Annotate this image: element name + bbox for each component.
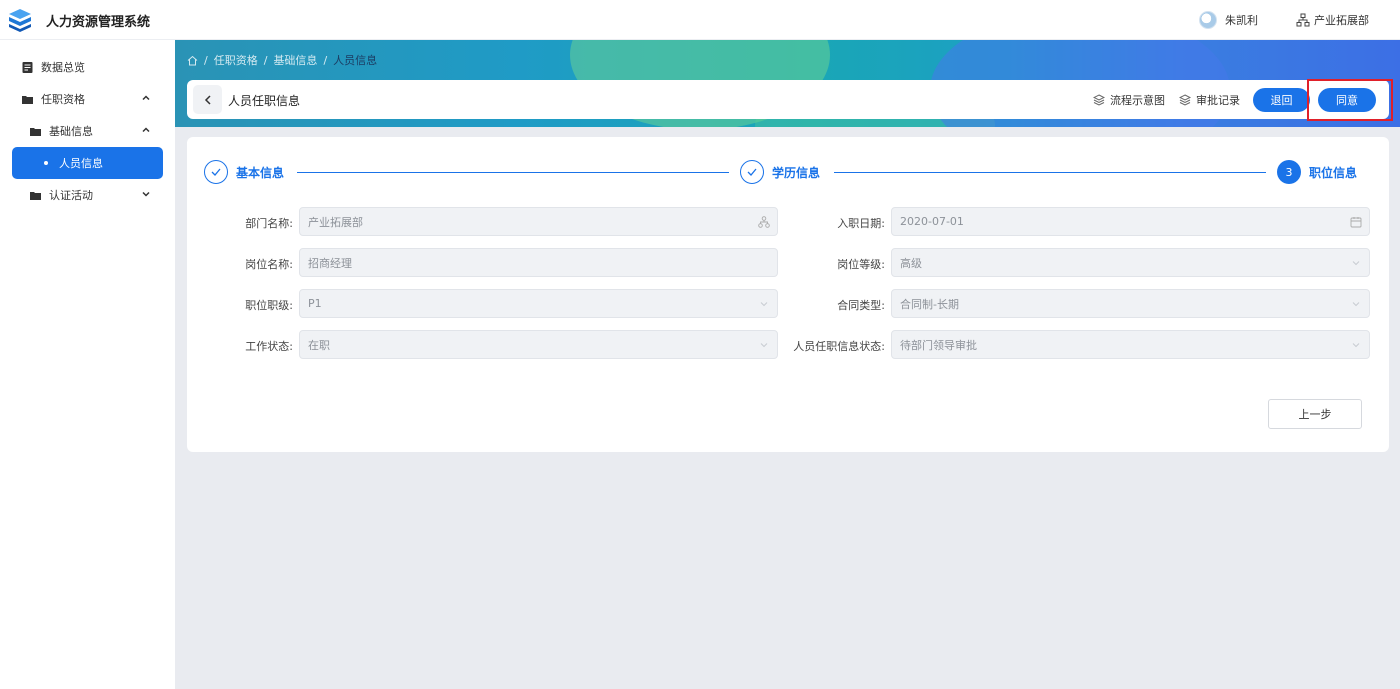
entry-date-value: 2020-07-01	[900, 215, 964, 228]
chevron-down-icon	[1352, 343, 1360, 348]
sidebar-item-certification[interactable]: 认证活动	[12, 179, 163, 211]
approval-history-label: 审批记录	[1196, 94, 1240, 107]
position-level-select[interactable]: 高级	[891, 248, 1370, 277]
chevron-down-icon	[760, 302, 768, 307]
flow-diagram-button[interactable]: 流程示意图	[1093, 92, 1165, 108]
position-name-label: 岗位名称:	[245, 258, 293, 271]
layers-icon	[1179, 94, 1191, 106]
contract-type-select[interactable]: 合同制-长期	[891, 289, 1370, 318]
position-level-value: 高级	[900, 256, 922, 270]
step-label: 基本信息	[236, 165, 285, 180]
bullet-dot-icon	[44, 161, 48, 165]
approval-history-button[interactable]: 审批记录	[1179, 92, 1240, 108]
checkmark-icon	[747, 168, 757, 176]
breadcrumb-item[interactable]: 基础信息	[273, 52, 317, 68]
department-switcher[interactable]: 产业拓展部	[1296, 10, 1369, 30]
chevron-up-icon	[142, 95, 150, 101]
step-check-circle	[204, 160, 228, 184]
step-connector	[297, 172, 729, 173]
document-icon	[22, 61, 33, 73]
chevron-down-icon	[760, 343, 768, 348]
sidebar-item-label: 认证活动	[49, 189, 93, 202]
step-label: 学历信息	[772, 165, 821, 180]
previous-step-button[interactable]: 上一步	[1268, 399, 1362, 429]
department-name: 产业拓展部	[1314, 14, 1369, 27]
sidebar-item-basic-info[interactable]: 基础信息	[12, 115, 163, 147]
step-education-info[interactable]: 学历信息	[740, 160, 820, 184]
flow-diagram-label: 流程示意图	[1110, 94, 1165, 107]
breadcrumb-item[interactable]: 任职资格	[214, 52, 258, 68]
top-bar: 人力资源管理系统 朱凯利 产业拓展部	[0, 0, 1400, 40]
step-label: 职位信息	[1309, 165, 1358, 180]
position-level-label: 岗位等级:	[837, 258, 885, 271]
sidebar-item-data-overview[interactable]: 数据总览	[12, 51, 163, 83]
step-basic-info[interactable]: 基本信息	[204, 160, 284, 184]
layers-icon	[1093, 94, 1105, 106]
job-grade-select[interactable]: P1	[299, 289, 778, 318]
approval-status-select[interactable]: 待部门领导审批	[891, 330, 1370, 359]
job-grade-value: P1	[308, 297, 322, 310]
checkmark-icon	[211, 168, 221, 176]
approval-status-value: 待部门领导审批	[900, 338, 977, 352]
sidebar: 数据总览 任职资格 基础信息 人员信息 认证活动	[0, 40, 175, 689]
sidebar-item-label: 基础信息	[49, 125, 93, 138]
step-check-circle	[740, 160, 764, 184]
approval-status-label: 人员任职信息状态:	[793, 340, 885, 353]
breadcrumb-current: 人员信息	[333, 54, 378, 67]
app-title: 人力资源管理系统	[46, 15, 151, 30]
user-menu[interactable]: 朱凯利	[1199, 10, 1258, 30]
calendar-icon	[1350, 217, 1362, 228]
org-chart-icon	[1296, 13, 1310, 27]
step-connector	[834, 172, 1266, 173]
chevron-down-icon	[1352, 302, 1360, 307]
department-label: 部门名称:	[245, 217, 293, 230]
chevron-up-icon	[142, 127, 150, 133]
org-chart-icon	[758, 216, 770, 228]
step-position-info[interactable]: 3 职位信息	[1277, 160, 1357, 184]
contract-type-value: 合同制-长期	[900, 297, 959, 311]
contract-type-label: 合同类型:	[837, 299, 885, 312]
folder-icon	[30, 127, 41, 136]
sidebar-item-qualification[interactable]: 任职资格	[12, 83, 163, 115]
entry-date-label: 入职日期:	[837, 217, 885, 230]
app-logo-icon	[9, 9, 31, 32]
chevron-down-icon	[142, 191, 150, 197]
avatar	[1199, 11, 1217, 29]
sidebar-item-personnel-info[interactable]: 人员信息	[12, 147, 163, 179]
breadcrumb: / 任职资格 / 基础信息 / 人员信息	[187, 52, 377, 68]
entry-date-picker[interactable]: 2020-07-01	[891, 207, 1370, 236]
chevron-left-icon	[204, 94, 211, 105]
page-header-card: 人员任职信息 流程示意图 审批记录 退回 同意	[187, 80, 1389, 119]
work-status-value: 在职	[308, 338, 330, 352]
department-field[interactable]: 产业拓展部	[299, 207, 778, 236]
work-status-label: 工作状态:	[245, 340, 293, 353]
position-name-field[interactable]: 招商经理	[299, 248, 778, 277]
folder-icon	[22, 95, 33, 104]
folder-icon	[30, 191, 41, 200]
job-grade-label: 职位职级:	[245, 299, 293, 312]
page-title: 人员任职信息	[228, 94, 301, 108]
back-button[interactable]	[193, 85, 222, 114]
return-button[interactable]: 退回	[1253, 88, 1310, 112]
department-value: 产业拓展部	[308, 215, 363, 229]
chevron-down-icon	[1352, 261, 1360, 266]
sidebar-item-label: 任职资格	[41, 93, 85, 106]
highlight-box	[1307, 79, 1393, 121]
step-number-circle: 3	[1277, 160, 1301, 184]
position-name-value: 招商经理	[308, 256, 352, 270]
sidebar-item-label: 数据总览	[41, 61, 85, 74]
sidebar-item-label: 人员信息	[59, 157, 103, 170]
user-name: 朱凯利	[1225, 14, 1258, 27]
home-icon[interactable]	[187, 55, 198, 66]
work-status-select[interactable]: 在职	[299, 330, 778, 359]
